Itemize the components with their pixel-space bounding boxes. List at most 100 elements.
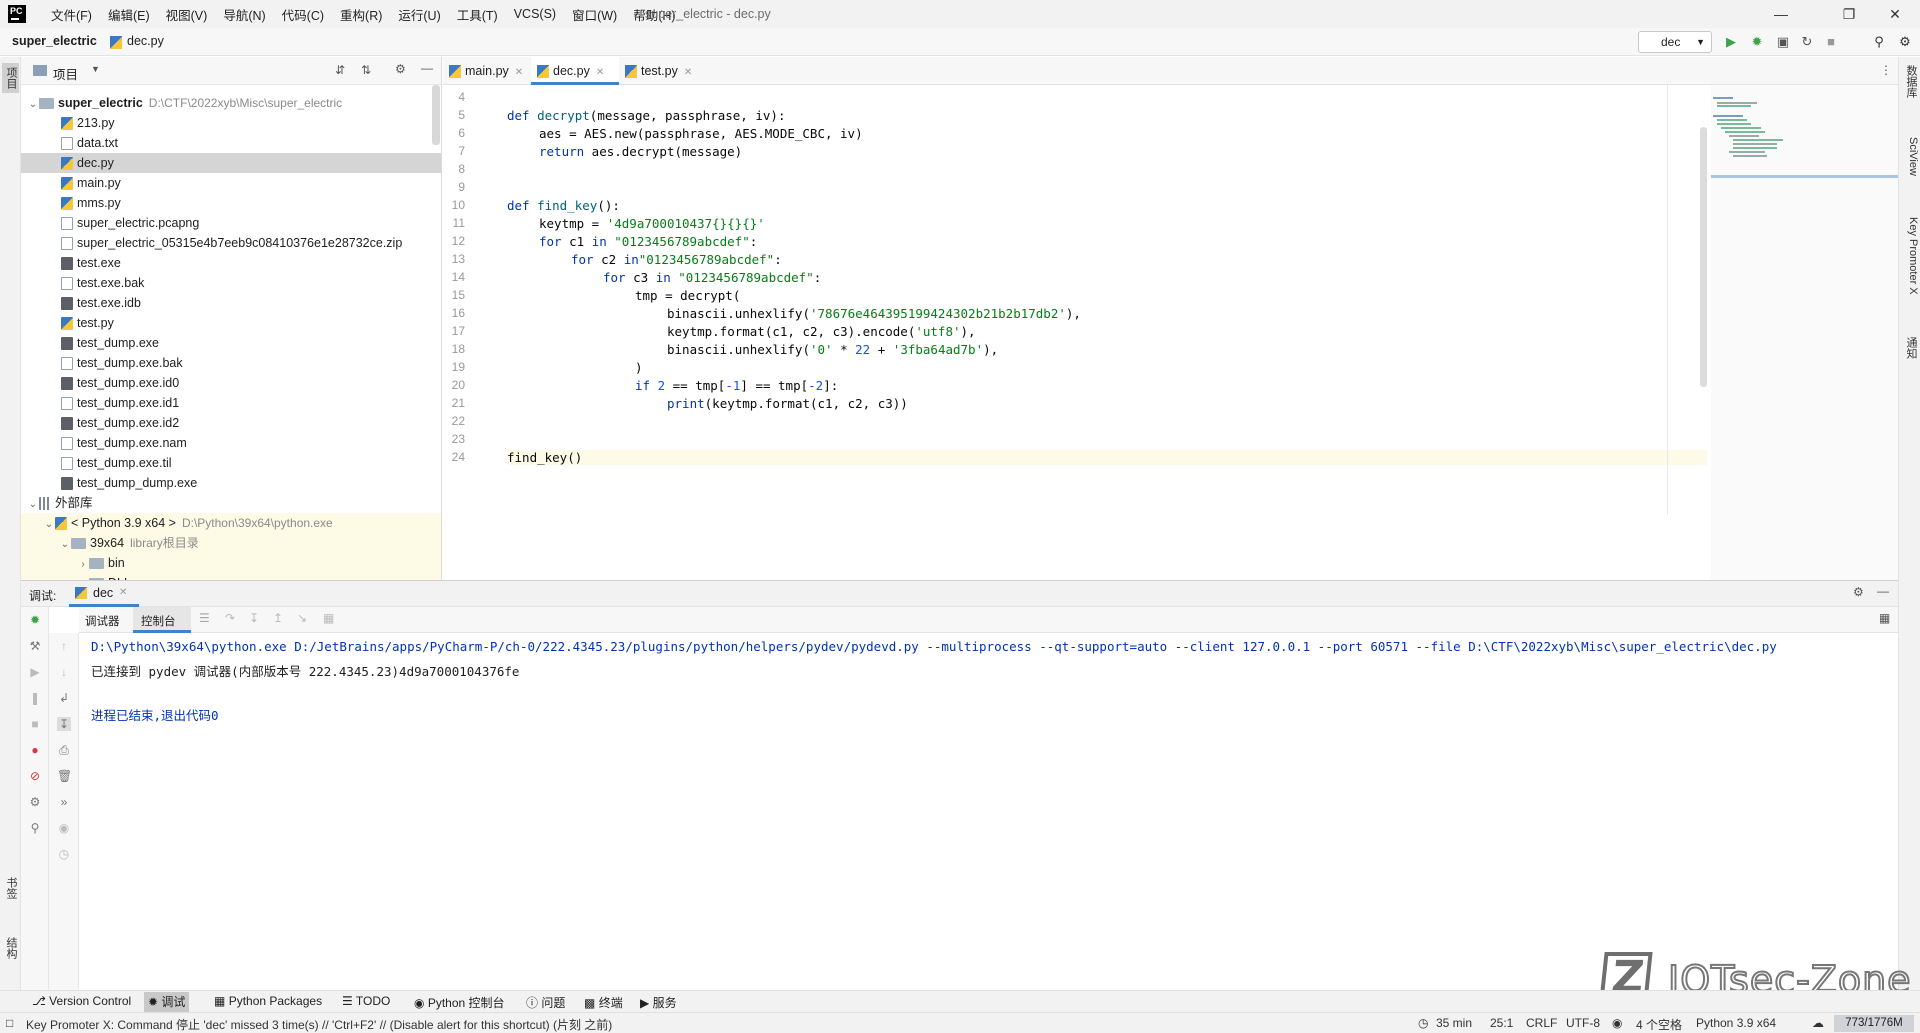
stop-icon[interactable]: ■ bbox=[28, 717, 42, 731]
menu-file[interactable]: 文件(F) bbox=[43, 5, 100, 24]
coverage-icon[interactable]: ▣ bbox=[1774, 33, 1792, 51]
editor-scrollbar[interactable] bbox=[1700, 127, 1707, 387]
status-time[interactable]: 35 min bbox=[1436, 1016, 1472, 1030]
tree-file-item[interactable]: test_dump.exe.id1 bbox=[21, 393, 441, 413]
menu-window[interactable]: 窗口(W) bbox=[564, 5, 625, 24]
tree-subfolder[interactable]: › bin bbox=[21, 553, 441, 575]
evaluate-icon[interactable]: ▦ bbox=[323, 611, 334, 625]
tree-file-item[interactable]: test_dump.exe.nam bbox=[21, 433, 441, 453]
tree-file-item[interactable]: dec.py bbox=[21, 153, 441, 173]
project-tool-tab[interactable]: 项目 bbox=[2, 63, 19, 93]
pin-icon[interactable]: ⚲ bbox=[28, 821, 42, 835]
list-icon[interactable]: ☰ bbox=[199, 611, 210, 625]
chevron-right-icon[interactable]: › bbox=[77, 555, 89, 575]
project-panel-title[interactable]: 项目 bbox=[53, 64, 78, 83]
lock-icon[interactable]: ◉ bbox=[1612, 1016, 1622, 1030]
close-icon[interactable]: ✕ bbox=[1872, 0, 1918, 28]
chevron-down-icon[interactable]: ▼ bbox=[91, 64, 100, 74]
chevron-down-icon[interactable]: ⌄ bbox=[27, 495, 39, 515]
tool-terminal[interactable]: ▩ 终端 bbox=[584, 994, 623, 1011]
structure-tool-tab[interactable]: 结构 bbox=[2, 937, 19, 959]
bookmarks-tool-tab[interactable]: 书签 bbox=[2, 877, 19, 899]
code-minimap[interactable] bbox=[1711, 85, 1898, 580]
close-icon[interactable]: ✕ bbox=[596, 67, 604, 78]
soft-wrap-icon[interactable]: ↲ bbox=[57, 691, 71, 705]
more-tabs-icon[interactable]: ⋮ bbox=[1880, 63, 1892, 77]
chevron-down-icon[interactable]: ⌄ bbox=[59, 535, 71, 555]
maximize-icon[interactable]: ❐ bbox=[1826, 0, 1872, 28]
menu-run[interactable]: 运行(U) bbox=[390, 5, 448, 24]
tree-python-sdk[interactable]: ⌄ < Python 3.9 x64 > D:\Python\39x64\pytho… bbox=[21, 513, 441, 535]
chevron-down-icon[interactable]: ⌄ bbox=[43, 515, 55, 535]
close-icon[interactable]: ✕ bbox=[684, 67, 692, 78]
tab-main-py[interactable]: main.py ✕ bbox=[443, 57, 531, 85]
tool-version-control[interactable]: ⎇ Version Control bbox=[32, 994, 131, 1008]
layout-icon[interactable]: ▦ bbox=[1879, 611, 1890, 625]
tree-subfolder[interactable]: ›DLLs bbox=[21, 573, 441, 580]
status-message[interactable]: Key Promoter X: Command 停止 'dec' missed … bbox=[26, 1016, 612, 1033]
tab-console[interactable]: 控制台 bbox=[141, 613, 176, 629]
arrow-down-icon[interactable]: ↓ bbox=[57, 665, 71, 679]
menu-edit[interactable]: 编辑(E) bbox=[100, 5, 158, 24]
database-tool-tab[interactable]: 数据库 bbox=[1902, 65, 1919, 98]
tree-file-item[interactable]: test.py bbox=[21, 313, 441, 333]
key-promoter-tool-tab[interactable]: Key Promoter X bbox=[1902, 217, 1919, 295]
memory-indicator[interactable]: 773/1776M bbox=[1834, 1015, 1914, 1032]
pause-icon[interactable]: ❚ bbox=[28, 691, 42, 705]
tree-file-item[interactable]: data.txt bbox=[21, 133, 441, 153]
menu-view[interactable]: 视图(V) bbox=[158, 5, 216, 24]
tab-debugger[interactable]: 调试器 bbox=[85, 613, 120, 629]
settings-icon[interactable]: ⚙ bbox=[28, 795, 42, 809]
tree-file-item[interactable]: test_dump.exe.til bbox=[21, 453, 441, 473]
notification-icon[interactable]: ☁ bbox=[1812, 1016, 1824, 1030]
breadcrumb-project[interactable]: super_electric bbox=[12, 34, 97, 48]
run-config-selector[interactable]: dec ▼ bbox=[1638, 31, 1712, 53]
tree-sdk-folder[interactable]: ⌄ 39x64 library根目录 bbox=[21, 533, 441, 555]
menu-refactor[interactable]: 重构(R) bbox=[332, 5, 390, 24]
tree-file-item[interactable]: test_dump.exe.id0 bbox=[21, 373, 441, 393]
run-to-cursor-icon[interactable]: ↘ bbox=[297, 611, 307, 625]
tree-file-item[interactable]: test.exe.bak bbox=[21, 273, 441, 293]
menu-navigate[interactable]: 导航(N) bbox=[215, 5, 273, 24]
status-interpreter[interactable]: Python 3.9 x64 bbox=[1696, 1016, 1776, 1030]
step-out-icon[interactable]: ↥ bbox=[273, 611, 283, 625]
tree-file-item[interactable]: mms.py bbox=[21, 193, 441, 213]
collapse-all-icon[interactable]: ⇅ bbox=[361, 63, 371, 77]
stop-icon[interactable]: ■ bbox=[1822, 33, 1840, 51]
mute-breakpoints-icon[interactable]: ⊘ bbox=[28, 769, 42, 783]
breadcrumb-file[interactable]: dec.py bbox=[127, 34, 164, 48]
tree-file-item[interactable]: test.exe.idb bbox=[21, 293, 441, 313]
hide-panel-icon[interactable]: — bbox=[1877, 584, 1889, 598]
settings-icon[interactable]: ⚙ bbox=[1896, 33, 1914, 51]
tool-python-console[interactable]: ◉ Python 控制台 bbox=[414, 994, 505, 1011]
hide-panel-icon[interactable]: — bbox=[421, 61, 433, 75]
gear-icon[interactable]: ⚙ bbox=[395, 62, 406, 76]
menu-vcs[interactable]: VCS(S) bbox=[506, 7, 564, 21]
tool-problems[interactable]: ⓘ 问题 bbox=[526, 994, 565, 1011]
tree-file-item[interactable]: test_dump.exe.id2 bbox=[21, 413, 441, 433]
tool-python-packages[interactable]: ▦ Python Packages bbox=[214, 994, 322, 1008]
status-caret-position[interactable]: 25:1 bbox=[1490, 1016, 1513, 1030]
tree-file-item[interactable]: main.py bbox=[21, 173, 441, 193]
minimize-icon[interactable]: — bbox=[1758, 0, 1804, 28]
history-icon[interactable]: ◷ bbox=[57, 847, 71, 861]
tree-file-item[interactable]: super_electric_05315e4b7eeb9c08410376e1e… bbox=[21, 233, 441, 253]
resume-icon[interactable]: ▶ bbox=[28, 665, 42, 679]
expand-all-icon[interactable]: ⇵ bbox=[335, 63, 345, 77]
print-icon[interactable]: ⎙ bbox=[57, 743, 71, 757]
tree-file-item[interactable]: test_dump.exe bbox=[21, 333, 441, 353]
tool-debug[interactable]: ✹ 调试 bbox=[144, 992, 190, 1012]
status-indent[interactable]: 4 个空格 bbox=[1636, 1016, 1682, 1033]
gear-icon[interactable]: ⚙ bbox=[1853, 585, 1864, 599]
tree-file-item[interactable]: super_electric.pcapng bbox=[21, 213, 441, 233]
menu-tools[interactable]: 工具(T) bbox=[449, 5, 506, 24]
breakpoints-icon[interactable]: ● bbox=[28, 743, 42, 757]
close-icon[interactable]: ✕ bbox=[119, 587, 127, 598]
scroll-to-end-icon[interactable]: ↧ bbox=[57, 717, 71, 731]
search-icon[interactable]: ⚲ bbox=[1870, 33, 1888, 51]
status-encoding[interactable]: UTF-8 bbox=[1566, 1016, 1600, 1030]
sciview-tool-tab[interactable]: SciView bbox=[1902, 137, 1919, 176]
tool-todo[interactable]: ☰ TODO bbox=[342, 994, 390, 1008]
tree-root[interactable]: ⌄ super_electric D:\CTF\2022xyb\Misc\super… bbox=[21, 93, 441, 113]
status-toggle-icon[interactable]: □ bbox=[6, 1016, 13, 1030]
